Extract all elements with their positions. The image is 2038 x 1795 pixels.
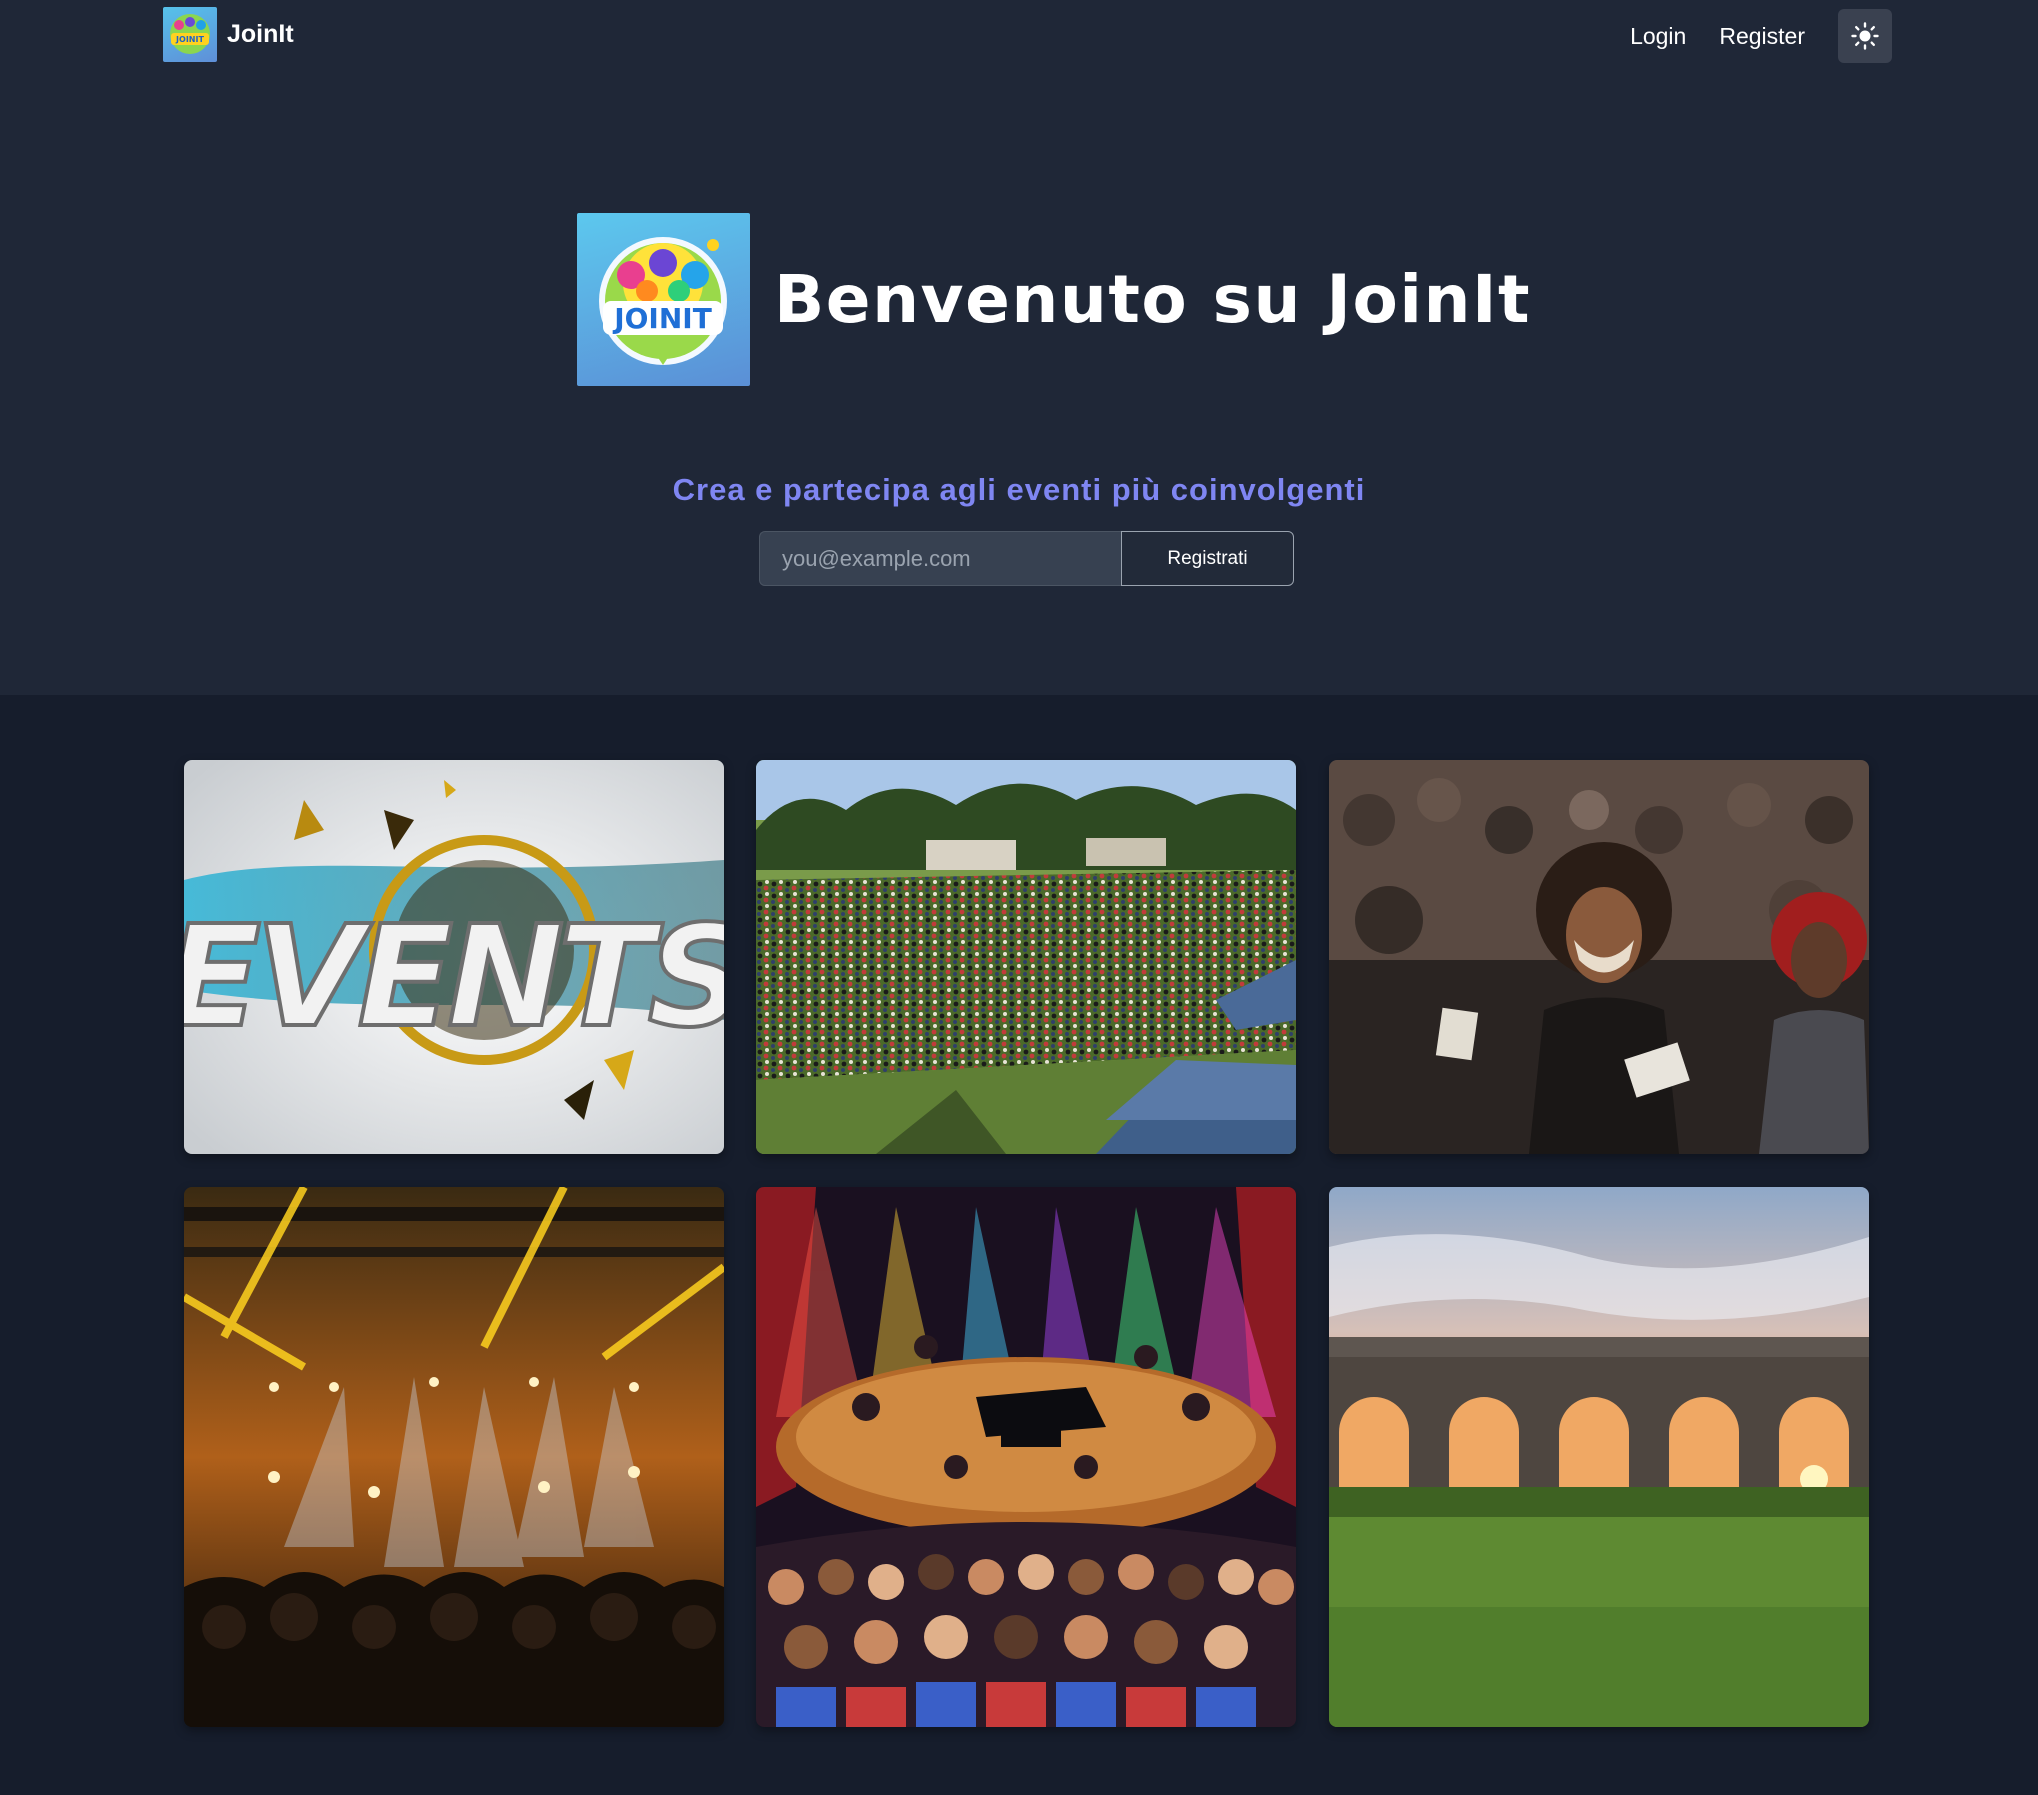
events-graphic-image: EVENTS (184, 760, 724, 1154)
navbar: JOINIT JoinIt Login Register (0, 0, 2038, 83)
event-image-events-graphic[interactable]: EVENTS (184, 760, 724, 1154)
brand[interactable]: JOINIT JoinIt (163, 7, 294, 62)
sun-icon (1851, 22, 1879, 50)
brand-logo-image: JOINIT (170, 14, 210, 54)
outdoor-festival-image (756, 760, 1296, 1154)
hero-logo: JOINIT (577, 213, 750, 386)
event-gallery: EVENTS (0, 695, 2038, 1795)
aqueduct-sunset-image (1329, 1187, 1869, 1727)
hero-logo-image: JOINIT (599, 237, 727, 365)
concert-lights-image (184, 1187, 724, 1727)
nav-links: Login Register (1630, 9, 1892, 63)
page-title: Benvenuto su JoinIt (774, 261, 1532, 338)
register-link[interactable]: Register (1719, 23, 1805, 50)
hero-subtitle: Crea e partecipa agli eventi più coinvol… (672, 472, 1366, 507)
jazz-stage-image (756, 1187, 1296, 1727)
event-image-outdoor-festival[interactable] (756, 760, 1296, 1154)
event-image-jazz-stage[interactable] (756, 1187, 1296, 1727)
brand-logo-text: JOINIT (175, 35, 204, 44)
theme-toggle-button[interactable] (1838, 9, 1892, 63)
brand-logo[interactable]: JOINIT (163, 7, 217, 62)
hero-section: JOINIT Benvenuto su JoinIt Crea e partec… (0, 83, 2038, 695)
register-button[interactable]: Registrati (1121, 531, 1294, 586)
masked-crowd-image (1329, 760, 1869, 1154)
hero-logo-text: JOINIT (612, 302, 712, 335)
login-link[interactable]: Login (1630, 23, 1686, 50)
hero-heading: JOINIT Benvenuto su JoinIt (577, 213, 1531, 386)
event-image-masked-crowd[interactable] (1329, 760, 1869, 1154)
brand-name[interactable]: JoinIt (227, 20, 294, 49)
email-field[interactable] (759, 531, 1121, 586)
event-image-aqueduct-sunset[interactable] (1329, 1187, 1869, 1727)
event-image-concert-lights[interactable] (184, 1187, 724, 1727)
signup-form: Registrati (759, 531, 1294, 586)
events-image-text: EVENTS (184, 896, 724, 1059)
